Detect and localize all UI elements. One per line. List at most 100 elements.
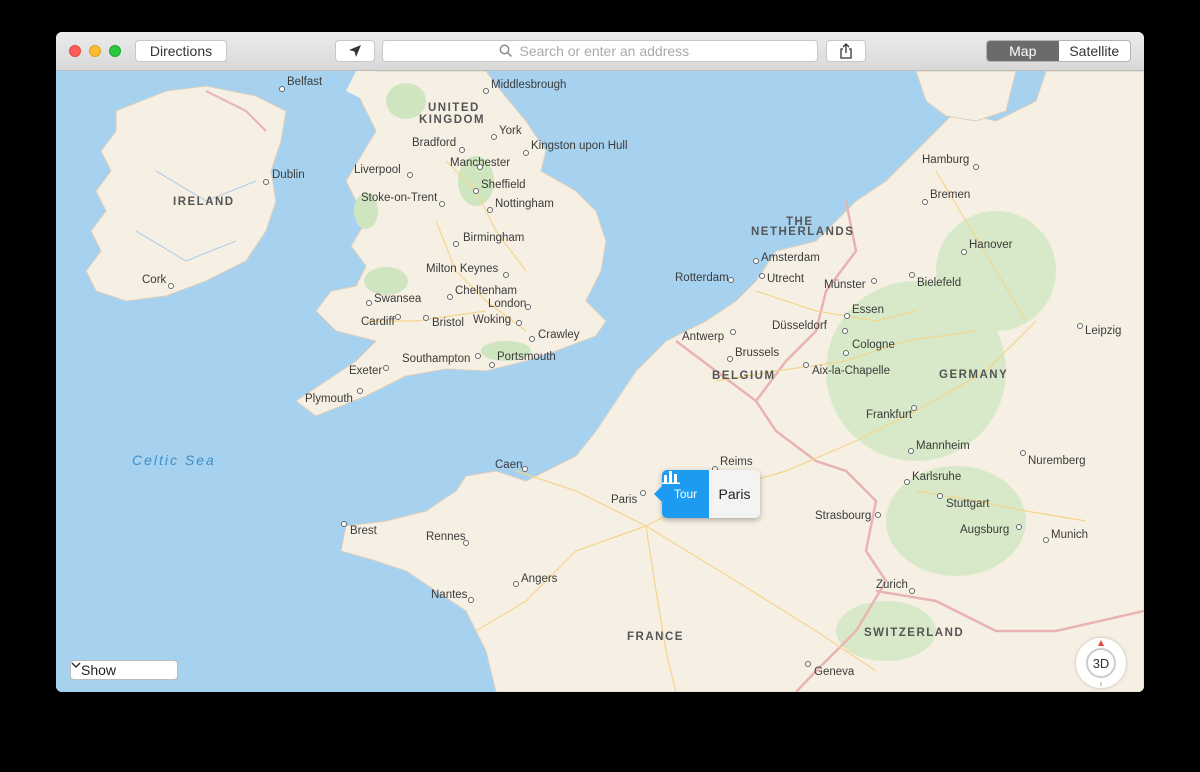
city-label: Swansea xyxy=(374,293,422,305)
city-marker[interactable] xyxy=(407,172,413,178)
city-label: Aix-la-Chapelle xyxy=(812,365,890,377)
city-marker[interactable] xyxy=(516,320,522,326)
city-marker[interactable] xyxy=(475,353,481,359)
city-marker[interactable] xyxy=(395,314,401,320)
city-label: Leipzig xyxy=(1085,325,1122,337)
city-marker[interactable] xyxy=(1043,537,1049,543)
zoom-button[interactable] xyxy=(109,45,121,57)
city-marker[interactable] xyxy=(503,272,509,278)
city-label: Antwerp xyxy=(682,331,725,343)
country-label: BELGIUM xyxy=(712,370,776,382)
city-marker[interactable] xyxy=(491,134,497,140)
city-label: Karlsruhe xyxy=(912,471,962,483)
map-tab[interactable]: Map xyxy=(987,41,1059,61)
show-menu[interactable]: Show xyxy=(70,660,178,680)
search-input[interactable] xyxy=(517,42,702,60)
city-marker[interactable] xyxy=(357,388,363,394)
city-marker[interactable] xyxy=(1016,524,1022,530)
city-marker[interactable] xyxy=(730,329,736,335)
city-marker[interactable] xyxy=(468,597,474,603)
city-marker[interactable] xyxy=(904,479,910,485)
city-label: Rennes xyxy=(426,531,466,543)
city-label: Southampton xyxy=(402,353,471,365)
city-marker[interactable] xyxy=(477,164,483,170)
city-marker[interactable] xyxy=(640,490,646,496)
city-marker[interactable] xyxy=(489,362,495,368)
city-label: Nantes xyxy=(431,589,468,601)
city-marker[interactable] xyxy=(168,283,174,289)
city-marker[interactable] xyxy=(487,207,493,213)
city-marker[interactable] xyxy=(909,588,915,594)
directions-button[interactable]: Directions xyxy=(135,40,227,62)
city-marker[interactable] xyxy=(279,86,285,92)
city-marker[interactable] xyxy=(522,466,528,472)
city-marker[interactable] xyxy=(473,188,479,194)
city-marker[interactable] xyxy=(973,164,979,170)
city-label: Crawley xyxy=(538,329,580,341)
satellite-tab[interactable]: Satellite xyxy=(1058,41,1130,61)
city-marker[interactable] xyxy=(803,362,809,368)
city-marker[interactable] xyxy=(843,350,849,356)
city-marker[interactable] xyxy=(341,521,347,527)
city-marker[interactable] xyxy=(922,199,928,205)
city-label: Cologne xyxy=(852,339,895,351)
city-marker[interactable] xyxy=(459,147,465,153)
city-marker[interactable] xyxy=(1077,323,1083,329)
city-marker[interactable] xyxy=(911,405,917,411)
city-marker[interactable] xyxy=(759,273,765,279)
city-marker[interactable] xyxy=(753,258,759,264)
compass-icon xyxy=(1098,640,1104,686)
city-marker[interactable] xyxy=(483,88,489,94)
minimize-button[interactable] xyxy=(89,45,101,57)
city-marker[interactable] xyxy=(727,356,733,362)
search-icon xyxy=(499,44,512,58)
share-button[interactable] xyxy=(826,40,866,62)
city-label: Liverpool xyxy=(354,164,401,176)
city-marker[interactable] xyxy=(439,201,445,207)
city-label: Reims xyxy=(720,456,753,468)
current-location-button[interactable] xyxy=(335,40,375,62)
city-label: Belfast xyxy=(287,76,323,88)
city-marker[interactable] xyxy=(961,249,967,255)
chevron-down-icon xyxy=(71,662,81,669)
city-marker[interactable] xyxy=(513,581,519,587)
map-canvas[interactable]: UNITED KINGDOM IRELAND THE NETHERLANDS BELGIU… xyxy=(56,71,1144,692)
city-marker[interactable] xyxy=(728,277,734,283)
city-marker[interactable] xyxy=(463,540,469,546)
city-label: Portsmouth xyxy=(497,351,556,363)
city-marker[interactable] xyxy=(525,304,531,310)
city-marker[interactable] xyxy=(805,661,811,667)
city-label: Düsseldorf xyxy=(772,320,827,332)
country-label: UNITED xyxy=(428,102,480,114)
city-marker[interactable] xyxy=(937,493,943,499)
city-marker[interactable] xyxy=(909,272,915,278)
city-marker[interactable] xyxy=(423,315,429,321)
search-field[interactable] xyxy=(382,40,818,62)
city-label: Munich xyxy=(1051,529,1089,541)
city-label: Augsburg xyxy=(960,524,1010,536)
city-label: Essen xyxy=(852,304,884,316)
paris-callout[interactable]: Tour Paris xyxy=(654,470,760,518)
city-label: Stuttgart xyxy=(946,498,990,510)
share-icon xyxy=(840,43,852,59)
city-marker[interactable] xyxy=(875,512,881,518)
close-button[interactable] xyxy=(69,45,81,57)
tour-label: Tour xyxy=(673,487,698,501)
city-marker[interactable] xyxy=(523,150,529,156)
city-marker[interactable] xyxy=(447,294,453,300)
city-label: Bristol xyxy=(432,317,464,329)
tour-button[interactable]: Tour xyxy=(662,470,709,518)
city-marker[interactable] xyxy=(842,328,848,334)
city-marker[interactable] xyxy=(529,336,535,342)
city-marker[interactable] xyxy=(366,300,372,306)
city-marker[interactable] xyxy=(844,313,850,319)
compass-3d-button[interactable]: 3D xyxy=(1076,638,1126,688)
city-marker[interactable] xyxy=(453,241,459,247)
city-marker[interactable] xyxy=(871,278,877,284)
city-marker[interactable] xyxy=(908,448,914,454)
city-label: Brussels xyxy=(735,347,780,359)
city-marker[interactable] xyxy=(383,365,389,371)
city-label: Bradford xyxy=(412,137,457,149)
city-marker[interactable] xyxy=(1020,450,1026,456)
city-marker[interactable] xyxy=(263,179,269,185)
